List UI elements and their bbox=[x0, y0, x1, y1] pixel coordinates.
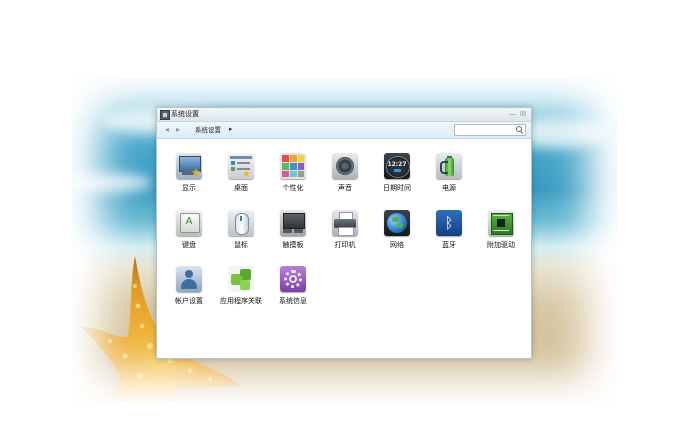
mouse-icon bbox=[228, 210, 254, 236]
app-association-icon bbox=[228, 266, 254, 292]
personalization-icon bbox=[280, 153, 306, 179]
window-title: 系统设置 bbox=[171, 110, 199, 118]
settings-item-account[interactable]: 帐户设置 bbox=[163, 252, 215, 305]
settings-item-desktop[interactable]: ★ 桌面 bbox=[215, 139, 267, 192]
keyboard-icon: A bbox=[176, 210, 202, 236]
driver-icon bbox=[488, 210, 514, 236]
settings-item-display[interactable]: ★ 显示 bbox=[163, 139, 215, 192]
settings-item-label: 电源 bbox=[442, 184, 456, 192]
search-input[interactable] bbox=[457, 125, 511, 135]
desktop-icon: ★ bbox=[228, 153, 254, 179]
network-icon bbox=[384, 210, 410, 236]
settings-item-app-association[interactable]: 应用程序关联 bbox=[215, 252, 267, 305]
minimize-button[interactable]: — bbox=[509, 109, 516, 119]
settings-item-additional-drivers[interactable]: 附加驱动 bbox=[475, 196, 527, 249]
settings-item-label: 附加驱动 bbox=[487, 241, 515, 249]
sound-icon bbox=[332, 153, 358, 179]
app-icon bbox=[160, 110, 170, 120]
account-icon bbox=[176, 266, 202, 292]
power-icon bbox=[436, 153, 462, 179]
settings-item-power[interactable]: 电源 bbox=[423, 139, 475, 192]
system-settings-window: 系统设置 — ☒ ◂ ▸ 系统设置 ▸ ★ 显示 ★ 桌面 个性化 声音 12:… bbox=[156, 107, 532, 359]
settings-item-system-info[interactable]: 系统信息 bbox=[267, 252, 319, 305]
breadcrumb-chevron-icon[interactable]: ▸ bbox=[229, 124, 233, 135]
settings-item-printer[interactable]: 打印机 bbox=[319, 196, 371, 249]
settings-item-datetime[interactable]: 12:27 日期时间 bbox=[371, 139, 423, 192]
settings-item-mouse[interactable]: 鼠标 bbox=[215, 196, 267, 249]
display-icon: ★ bbox=[176, 153, 202, 179]
close-button[interactable]: ☒ bbox=[520, 109, 526, 119]
printer-icon bbox=[332, 210, 358, 236]
search-box[interactable] bbox=[454, 124, 526, 136]
bluetooth-icon: ᛒ bbox=[436, 210, 462, 236]
touchpad-icon bbox=[280, 210, 306, 236]
system-info-icon bbox=[280, 266, 306, 292]
title-bar[interactable]: 系统设置 — ☒ bbox=[157, 108, 531, 122]
back-button[interactable]: ◂ bbox=[165, 124, 169, 135]
settings-item-network[interactable]: 网络 bbox=[371, 196, 423, 249]
settings-item-sound[interactable]: 声音 bbox=[319, 139, 371, 192]
breadcrumb[interactable]: 系统设置 bbox=[195, 125, 221, 135]
forward-button[interactable]: ▸ bbox=[176, 124, 180, 135]
toolbar: ◂ ▸ 系统设置 ▸ bbox=[157, 122, 531, 139]
settings-item-label: 系统信息 bbox=[279, 297, 307, 305]
datetime-icon: 12:27 bbox=[384, 153, 410, 179]
search-icon[interactable] bbox=[516, 126, 522, 132]
settings-item-touchpad[interactable]: 触摸板 bbox=[267, 196, 319, 249]
settings-item-keyboard[interactable]: A 键盘 bbox=[163, 196, 215, 249]
settings-item-personalization[interactable]: 个性化 bbox=[267, 139, 319, 192]
settings-item-bluetooth[interactable]: ᛒ 蓝牙 bbox=[423, 196, 475, 249]
settings-grid: ★ 显示 ★ 桌面 个性化 声音 12:27 日期时间 电源 A 键盘 鼠标 触… bbox=[157, 139, 531, 357]
